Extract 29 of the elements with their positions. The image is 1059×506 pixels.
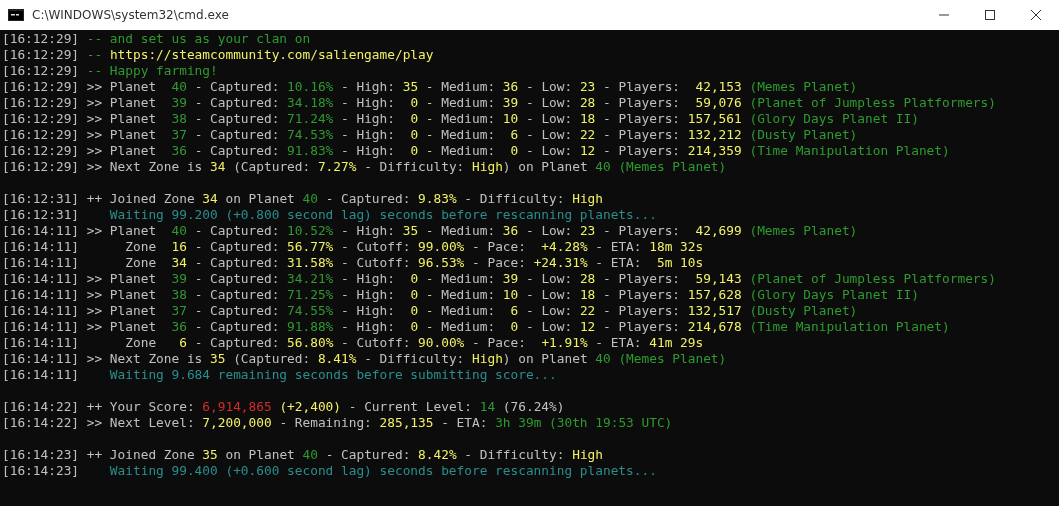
console-line: [16:12:29] >> Planet 37 - Captured: 74.53% - High: 0 - Medium: 6 - Low: 22 - Players: 132,212 (Dusty Planet) bbox=[2, 127, 859, 143]
console-line: [16:14:11] >> Planet 39 - Captured: 34.21% - High: 0 - Medium: 39 - Low: 28 - Players: 59,143 (Planet of Jumpless Platformers) bbox=[2, 271, 997, 287]
close-icon bbox=[1031, 10, 1041, 20]
console-line: [16:12:29] >> Planet 38 - Captured: 71.24% - High: 0 - Medium: 10 - Low: 18 - Players: 157,561 (Glory Days Planet II) bbox=[2, 111, 920, 127]
terminal-icon bbox=[8, 9, 24, 21]
console-line: [16:12:29] -- Happy farming! bbox=[2, 63, 219, 79]
maximize-icon bbox=[985, 10, 995, 20]
console-line: [16:14:11] >> Planet 38 - Captured: 71.25% - High: 0 - Medium: 10 - Low: 18 - Players: 157,628 (Glory Days Planet II) bbox=[2, 287, 920, 303]
window-title: C:\WINDOWS\system32\cmd.exe bbox=[32, 8, 230, 22]
console-line: [16:14:11] >> Planet 36 - Captured: 91.88% - High: 0 - Medium: 0 - Low: 12 - Players: 214,678 (Time Manipulation Planet) bbox=[2, 319, 951, 335]
console-line: [16:14:11] Zone 34 - Captured: 31.58% - Cutoff: 96.53% - Pace: +24.31% - ETA: 5m 10s bbox=[2, 255, 705, 271]
console-line: [16:14:23] ++ Joined Zone 35 on Planet 40 - Captured: 8.42% - Difficulty: High bbox=[2, 447, 605, 463]
console-line: [16:14:23] Waiting 99.400 (+0.600 second lag) seconds before rescanning planets... bbox=[2, 463, 658, 479]
console-line: [16:12:29] >> Planet 39 - Captured: 34.18% - High: 0 - Medium: 39 - Low: 28 - Players: 59,076 (Planet of Jumpless Platformers) bbox=[2, 95, 997, 111]
console-line: [16:12:29] -- and set us as your clan on bbox=[2, 31, 312, 47]
console-line: [16:14:11] >> Next Zone is 35 (Captured: 8.41% - Difficulty: High) on Planet 40 (Memes Planet) bbox=[2, 351, 728, 367]
console-line: [16:14:11] Zone 16 - Captured: 56.77% - Cutoff: 99.00% - Pace: +4.28% - ETA: 18m 32s bbox=[2, 239, 705, 255]
console-line: [16:12:29] >> Planet 40 - Captured: 10.16% - High: 35 - Medium: 36 - Low: 23 - Players: 42,153 (Memes Planet) bbox=[2, 79, 859, 95]
console-line: [16:12:29] >> Planet 36 - Captured: 91.83% - High: 0 - Medium: 0 - Low: 12 - Players: 214,359 (Time Manipulation Planet) bbox=[2, 143, 951, 159]
console-line: [16:12:31] ++ Joined Zone 34 on Planet 40 - Captured: 9.83% - Difficulty: High bbox=[2, 191, 605, 207]
console-line: [16:14:22] ++ Your Score: 6,914,865 (+2,400) - Current Level: 14 (76.24%) bbox=[2, 399, 566, 415]
console-line: [16:14:11] >> Planet 40 - Captured: 10.52% - High: 35 - Medium: 36 - Low: 23 - Players: 42,699 (Memes Planet) bbox=[2, 223, 859, 239]
console-line: [16:12:29] -- https://steamcommunity.com/saliengame/play bbox=[2, 47, 435, 63]
console-line: [16:14:11] >> Planet 37 - Captured: 74.55% - High: 0 - Medium: 6 - Low: 22 - Players: 132,517 (Dusty Planet) bbox=[2, 303, 859, 319]
console-line: [16:12:31] Waiting 99.200 (+0.800 second lag) seconds before rescanning planets... bbox=[2, 207, 658, 223]
console-line: [16:12:29] >> Next Zone is 34 (Captured: 7.27% - Difficulty: High) on Planet 40 (Memes Planet) bbox=[2, 159, 728, 175]
console-line: [16:14:11] Waiting 9.684 remaining seconds before submitting score... bbox=[2, 367, 558, 383]
console-line: [16:14:22] >> Next Level: 7,200,000 - Remaining: 285,135 - ETA: 3h 39m (30th 19:53 UTC) bbox=[2, 415, 674, 431]
console-line: [16:14:11] Zone 6 - Captured: 56.80% - Cutoff: 90.00% - Pace: +1.91% - ETA: 41m 29s bbox=[2, 335, 705, 351]
